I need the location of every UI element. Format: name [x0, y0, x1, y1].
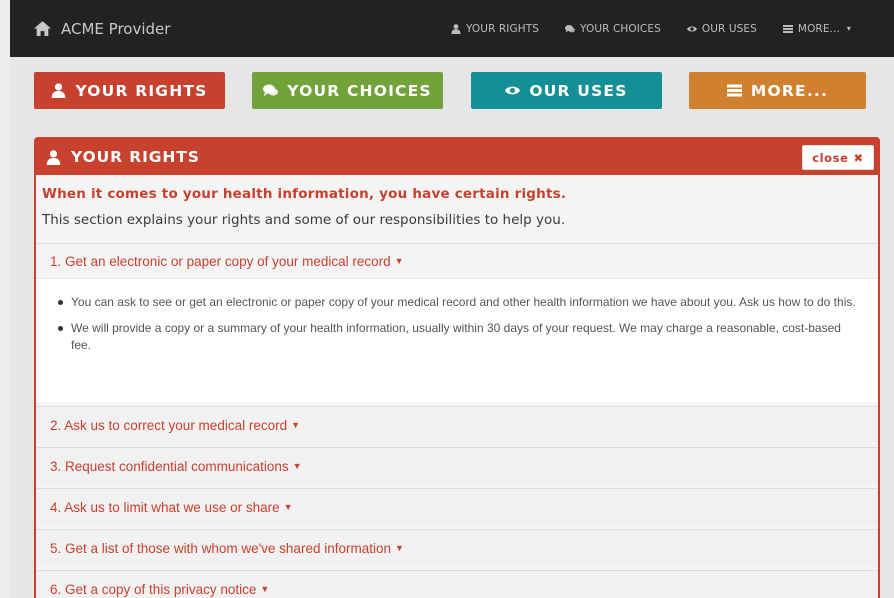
- bullet-list: You can ask to see or get an electronic …: [58, 294, 864, 354]
- your-rights-panel: YOUR RIGHTS close ✖ When it comes to you…: [34, 137, 880, 598]
- nav-more-label: MORE...: [797, 22, 840, 35]
- nav-our-uses[interactable]: OUR USES: [674, 23, 770, 35]
- accordion-item-label: 1. Get an electronic or paper copy of yo…: [50, 253, 391, 269]
- your-choices-button[interactable]: YOUR CHOICES: [252, 72, 443, 109]
- accordion-item-3-toggle[interactable]: 3. Request confidential communications ▼: [36, 447, 878, 484]
- caret-down-icon: ▼: [292, 461, 302, 471]
- panel-header: YOUR RIGHTS close ✖: [36, 139, 878, 175]
- eye-icon: [505, 86, 521, 95]
- nav-your-choices-label: YOUR CHOICES: [580, 22, 661, 35]
- accordion-item-1-toggle[interactable]: 1. Get an electronic or paper copy of yo…: [36, 243, 878, 278]
- list-icon: [726, 84, 742, 97]
- close-button-label: close: [812, 150, 849, 165]
- more-button[interactable]: MORE...: [689, 72, 866, 109]
- nav-links: YOUR RIGHTS YOUR CHOICES OUR USES MORE..…: [438, 23, 864, 35]
- chevron-down-icon: ▾: [846, 24, 851, 33]
- our-uses-button-label: OUR USES: [529, 81, 628, 100]
- accordion-item-label: 2. Ask us to correct your medical record: [50, 417, 288, 433]
- nav-your-choices[interactable]: YOUR CHOICES: [552, 23, 674, 35]
- accordion-item-label: 3. Request confidential communications: [50, 458, 289, 474]
- comments-icon: [565, 24, 576, 33]
- your-choices-button-label: YOUR CHOICES: [287, 81, 432, 100]
- accordion-item-5-toggle[interactable]: 5. Get a list of those with whom we've s…: [36, 529, 878, 566]
- caret-down-icon: ▼: [394, 256, 404, 266]
- our-uses-button[interactable]: OUR USES: [471, 72, 662, 109]
- accordion-item-label: 6. Get a copy of this privacy notice: [50, 581, 257, 597]
- caret-down-icon: ▼: [291, 420, 301, 430]
- eye-icon: [686, 25, 697, 32]
- nav-more-dropdown[interactable]: MORE... ▾: [770, 23, 864, 35]
- accordion-item-label: 5. Get a list of those with whom we've s…: [50, 540, 391, 556]
- nav-our-uses-label: OUR USES: [701, 22, 757, 35]
- accordion-item-4-toggle[interactable]: 4. Ask us to limit what we use or share …: [36, 488, 878, 525]
- accordion-item-label: 4. Ask us to limit what we use or share: [50, 499, 280, 515]
- nav-your-rights-label: YOUR RIGHTS: [465, 22, 540, 35]
- accordion-item-1-body: You can ask to see or get an electronic …: [36, 278, 878, 402]
- accordion-item-2-toggle[interactable]: 2. Ask us to correct your medical record…: [36, 406, 878, 443]
- accordion-item-6-toggle[interactable]: 6. Get a copy of this privacy notice ▼: [36, 570, 878, 598]
- comments-icon: [263, 84, 279, 97]
- caret-down-icon: ▼: [283, 502, 293, 512]
- top-navbar: ACME Provider YOUR RIGHTS YOUR CHOICES O…: [10, 0, 894, 57]
- caret-down-icon: ▼: [260, 584, 270, 594]
- list-item: We will provide a copy or a summary of y…: [58, 320, 864, 354]
- user-icon: [52, 83, 66, 98]
- user-icon: [451, 23, 461, 34]
- home-icon: [34, 21, 51, 36]
- intro-lead: When it comes to your health information…: [42, 186, 567, 202]
- caret-down-icon: ▼: [395, 543, 404, 553]
- panel-title: YOUR RIGHTS: [71, 148, 200, 166]
- your-rights-button[interactable]: YOUR RIGHTS: [34, 72, 225, 109]
- brand-link[interactable]: ACME Provider: [34, 20, 170, 38]
- intro-text: This section explains your rights and so…: [42, 212, 566, 228]
- list-icon: [782, 24, 793, 33]
- section-buttons: YOUR RIGHTS YOUR CHOICES OUR USES MORE..…: [34, 72, 866, 109]
- brand-name: ACME Provider: [61, 19, 171, 38]
- nav-your-rights[interactable]: YOUR RIGHTS: [438, 23, 552, 35]
- close-button[interactable]: close ✖: [802, 145, 874, 170]
- more-button-label: MORE...: [750, 81, 829, 100]
- user-icon: [46, 149, 61, 165]
- your-rights-button-label: YOUR RIGHTS: [75, 81, 208, 100]
- list-item: You can ask to see or get an electronic …: [58, 294, 864, 311]
- close-icon: ✖: [853, 150, 864, 165]
